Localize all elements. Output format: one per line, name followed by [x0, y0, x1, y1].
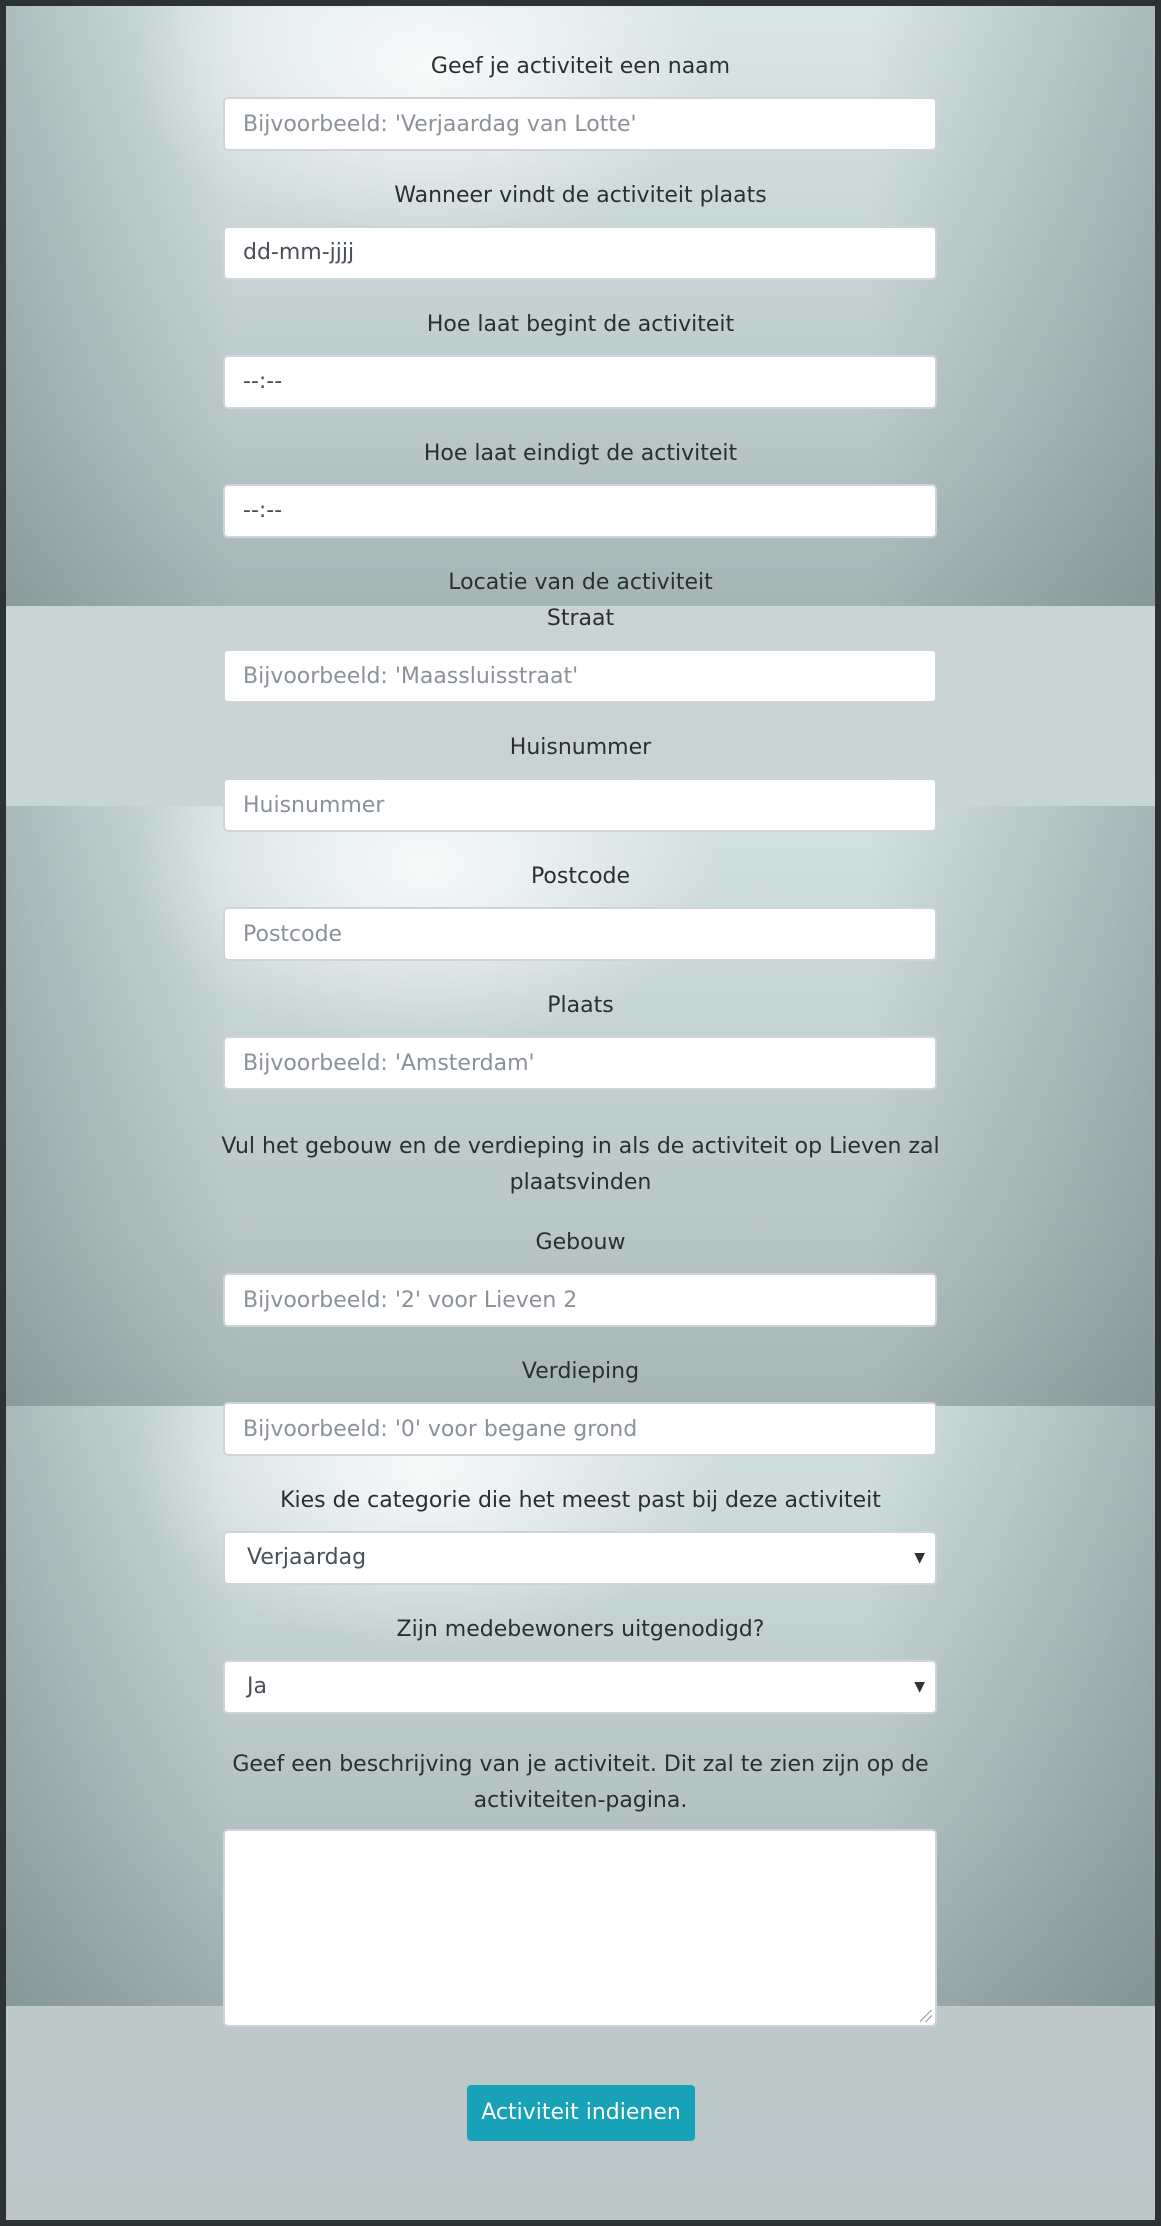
- name-label: Geef je activiteit een naam: [430, 54, 731, 79]
- floor-input[interactable]: [223, 1402, 937, 1456]
- building-note-line1: Vul het gebouw en de verdieping in als d…: [221, 1134, 940, 1159]
- city-label: Plaats: [547, 993, 614, 1018]
- street-label: Straat: [546, 606, 615, 631]
- description-label-line1: Geef een beschrijving van je activiteit.…: [232, 1752, 929, 1777]
- end-time-value: --:--: [243, 498, 283, 523]
- date-input-value: dd-mm-jjjj: [243, 240, 355, 265]
- description-label-line2: activiteiten-pagina.: [473, 1788, 688, 1813]
- start-time-label: Hoe laat begint de activiteit: [426, 312, 735, 337]
- housenumber-label: Huisnummer: [509, 735, 652, 760]
- date-input[interactable]: dd-mm-jjjj: [223, 226, 937, 280]
- end-time-label: Hoe laat eindigt de activiteit: [423, 441, 738, 466]
- caret-down-icon: ▼: [914, 1679, 925, 1695]
- category-select[interactable]: Verjaardag ▼: [223, 1531, 937, 1585]
- invited-selected-value: Ja: [247, 1674, 267, 1699]
- submit-activity-button[interactable]: Activiteit indienen: [467, 2085, 695, 2141]
- postcode-label: Postcode: [530, 864, 631, 889]
- start-time-input[interactable]: --:--: [223, 355, 937, 409]
- location-heading: Locatie van de activiteit: [448, 570, 713, 595]
- building-note-line2: plaatsvinden: [509, 1170, 652, 1195]
- caret-down-icon: ▼: [914, 1550, 925, 1566]
- street-input[interactable]: [223, 649, 937, 703]
- city-input[interactable]: [223, 1036, 937, 1090]
- category-label: Kies de categorie die het meest past bij…: [280, 1488, 881, 1513]
- invited-select[interactable]: Ja ▼: [223, 1660, 937, 1714]
- start-time-value: --:--: [243, 369, 283, 394]
- invited-label: Zijn medebewoners uitgenodigd?: [396, 1617, 765, 1642]
- resize-handle-icon[interactable]: [920, 2010, 932, 2022]
- end-time-input[interactable]: --:--: [223, 484, 937, 538]
- date-label: Wanneer vindt de activiteit plaats: [394, 183, 767, 208]
- building-label: Gebouw: [535, 1230, 626, 1255]
- building-input[interactable]: [223, 1273, 937, 1327]
- description-textarea[interactable]: [223, 1829, 937, 2027]
- page-background: Geef je activiteit een naam Wanneer vind…: [6, 6, 1155, 2220]
- category-selected-value: Verjaardag: [247, 1545, 367, 1570]
- postcode-input[interactable]: [223, 907, 937, 961]
- name-input[interactable]: [223, 97, 937, 151]
- housenumber-input[interactable]: [223, 778, 937, 832]
- floor-label: Verdieping: [521, 1359, 640, 1384]
